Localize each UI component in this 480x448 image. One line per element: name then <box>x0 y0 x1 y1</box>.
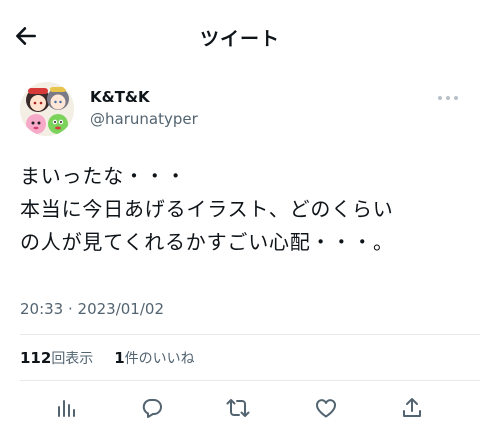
avatar[interactable] <box>20 82 74 136</box>
retweet-button[interactable] <box>224 394 252 422</box>
retweet-icon <box>226 399 250 417</box>
reply-button[interactable] <box>138 394 166 422</box>
analytics-button[interactable] <box>52 394 80 422</box>
tweet-timestamp[interactable]: 20:33 · 2023/01/02 <box>20 300 164 318</box>
tweet-line: 本当に今日あげるイラスト、どのくらい <box>20 197 394 221</box>
tweet-line: の人が見てくれるかすごい心配・・・。 <box>20 230 394 254</box>
views-stat[interactable]: 112回表示 <box>20 349 94 367</box>
page-title: ツイート <box>199 28 280 50</box>
more-icon <box>438 96 458 100</box>
user-handle[interactable]: @harunatyper <box>90 110 198 128</box>
tweet-line: まいったな・・・ <box>20 164 187 188</box>
like-icon <box>316 399 336 418</box>
tweet-stats: 112回表示 1件のいいね <box>20 348 195 368</box>
analytics-icon <box>58 400 75 417</box>
like-button[interactable] <box>312 394 340 422</box>
tweet-text: まいったな・・・ 本当に今日あげるイラスト、どのくらい の人が見てくれるかすごい… <box>20 160 470 259</box>
divider <box>20 380 480 381</box>
share-button[interactable] <box>398 394 426 422</box>
more-options-button[interactable] <box>436 90 460 106</box>
display-name[interactable]: K&T&K <box>90 88 150 106</box>
views-count: 112 <box>20 349 52 367</box>
likes-count: 1 <box>114 349 125 367</box>
tweet-author: K&T&K @harunatyper <box>20 82 460 138</box>
likes-stat[interactable]: 1件のいいね <box>114 349 195 367</box>
top-bar: ツイート <box>0 0 480 72</box>
likes-label: 件のいいね <box>124 351 195 367</box>
share-icon <box>403 398 421 417</box>
avatar-illustration <box>20 82 74 136</box>
divider <box>20 334 480 335</box>
views-label: 回表示 <box>51 351 94 367</box>
reply-icon <box>142 399 162 418</box>
action-bar <box>0 388 480 428</box>
